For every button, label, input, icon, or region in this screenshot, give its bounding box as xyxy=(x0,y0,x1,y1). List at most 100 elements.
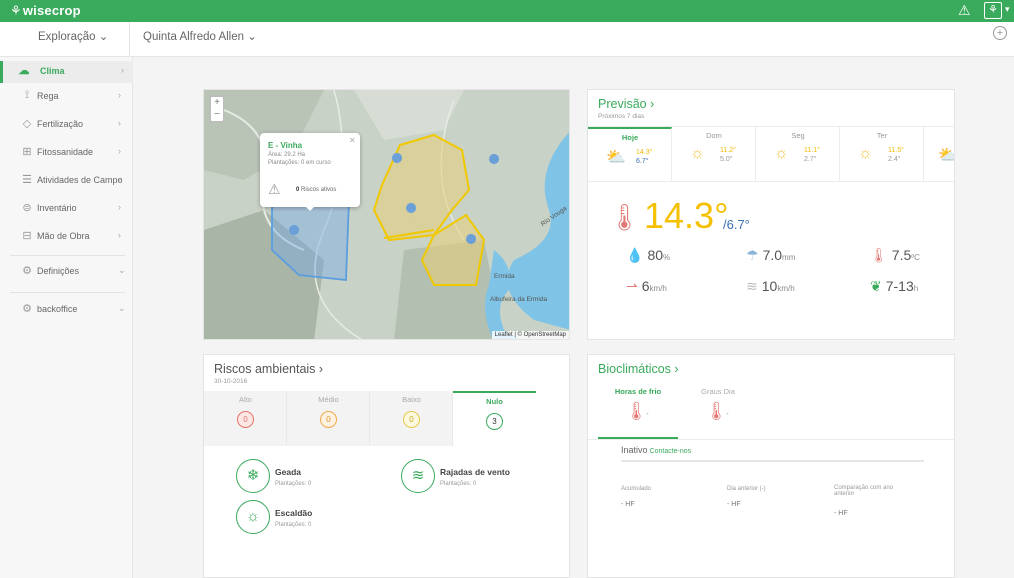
risk-level-count: 0 xyxy=(403,411,420,428)
hours-stat: ❦ 7-13h xyxy=(870,278,918,295)
risk-item-name: Geada xyxy=(275,467,301,477)
chevron-down-icon: ⌄ xyxy=(118,265,126,275)
humidity-unit: % xyxy=(663,253,671,262)
tab-risk-nulo[interactable]: Nulo 3 xyxy=(453,391,536,446)
sidebar-item-label: Fitossanidade xyxy=(37,147,94,157)
risk-level-count: 0 xyxy=(237,411,254,428)
forecast-day-tabs: Hoje ⛅ 14.3° 6.7° Dom ☼ 11.2° 5.0° Seg ☼… xyxy=(588,126,954,182)
sidebar-item-atividades[interactable]: ☰ Atividades de Campo › xyxy=(0,170,133,192)
tab-day-ter[interactable]: Ter ☼ 11.5° 2.4° xyxy=(840,127,924,181)
farm-map[interactable]: + − ✕ E - Vinha Área: 29.2 Ha Plantações:… xyxy=(203,89,570,340)
stat-comparison-label: Comparação com ano anterior xyxy=(834,485,894,497)
day-max-temp: 14.3° xyxy=(636,149,653,156)
popup-title: E - Vinha xyxy=(268,141,303,150)
gust-stat: ≋ 10km/h xyxy=(746,278,795,295)
zoom-out-button[interactable]: − xyxy=(214,109,220,120)
forecast-title[interactable]: Previsão › xyxy=(598,97,654,111)
inventory-icon: ⊜ xyxy=(22,202,32,214)
bio-progress-line xyxy=(621,460,924,462)
day-label: Seg xyxy=(791,131,805,140)
top-bar: ⚘wisecrop ⚠ ⚘ ▾ xyxy=(0,0,1014,22)
today-temperature: 14.3° xyxy=(644,195,729,236)
chevron-down-icon[interactable]: ▾ xyxy=(1005,4,1010,15)
wind-stat: ⇀ 6km/h xyxy=(626,278,667,295)
thermal-value: 7.5 xyxy=(891,247,912,263)
exploration-dropdown[interactable]: Exploração ⌄ xyxy=(0,22,130,57)
precipitation-unit: mm xyxy=(782,253,796,262)
tab-risk-alto[interactable]: Alto 0 xyxy=(204,391,287,446)
leaf-icon: ❦ xyxy=(870,278,882,294)
sidebar-item-clima[interactable]: ☁ Clima › xyxy=(0,61,133,83)
wind-value: 6 xyxy=(641,278,650,294)
chevron-right-icon: › xyxy=(118,202,121,212)
map-label-ermida: Ermida xyxy=(494,273,515,280)
close-icon[interactable]: ✕ xyxy=(349,136,356,145)
gust-value: 10 xyxy=(761,278,778,294)
tab-day-dom[interactable]: Dom ☼ 11.2° 5.0° xyxy=(672,127,756,181)
inactive-label: Inativo xyxy=(621,445,648,455)
thermal-unit: ºC xyxy=(911,253,920,262)
settings-icon: ⚙ xyxy=(22,265,32,277)
chevron-right-icon: › xyxy=(118,230,121,240)
rain-sun-icon: ⛅ xyxy=(938,145,954,165)
day-min-temp: 6.7° xyxy=(636,158,649,165)
forecast-subtitle: Próximos 7 dias xyxy=(598,113,645,120)
humidity-value: 80 xyxy=(647,247,664,263)
snowflake-icon: ❄ xyxy=(236,459,270,493)
bio-tab-value: - xyxy=(726,409,729,418)
risk-level-count: 0 xyxy=(320,411,337,428)
sidebar-item-backoffice[interactable]: ⚙ backoffice ⌄ xyxy=(0,299,133,321)
sidebar-item-rega[interactable]: ⟟ Rega › xyxy=(0,86,133,108)
exploration-label: Exploração ⌄ xyxy=(38,31,109,43)
sidebar-item-label: Definições xyxy=(37,266,80,276)
rain-sun-icon: ⛅ xyxy=(606,149,626,166)
add-icon[interactable]: + xyxy=(993,26,1007,40)
stat-comparison-value: - HF xyxy=(834,510,848,517)
sun-icon: ☼ xyxy=(236,500,270,534)
day-max-temp: 11.2° xyxy=(720,147,736,154)
sidebar-item-fertilizacao[interactable]: ◇ Fertilização › xyxy=(0,114,133,136)
zoom-controls[interactable]: + − xyxy=(210,96,224,122)
gust-icon: ≋ xyxy=(746,278,758,294)
tab-day-seg[interactable]: Seg ☼ 11.1° 2.7° xyxy=(756,127,840,181)
sun-icon: ☼ xyxy=(774,145,789,162)
map-attribution[interactable]: Leaflet | © OpenStreetMap xyxy=(491,331,569,339)
sidebar-item-mao-de-obra[interactable]: ⊟ Mão de Obra › xyxy=(0,226,133,248)
gust-unit: km/h xyxy=(777,284,795,293)
wind-gust-icon: ≋ xyxy=(401,459,435,493)
today-min-temperature: /6.7° xyxy=(723,217,750,232)
sun-cloud-icon: ☼ xyxy=(690,145,705,162)
alert-icon[interactable]: ⚠ xyxy=(958,2,971,19)
tab-horas-de-frio[interactable]: Horas de frio 🌡 - xyxy=(598,381,678,439)
bio-title[interactable]: Bioclimáticos › xyxy=(598,362,679,376)
brand-logo[interactable]: ⚘wisecrop xyxy=(10,3,81,19)
zoom-in-button[interactable]: + xyxy=(214,97,220,108)
forecast-title-text: Previsão xyxy=(598,97,647,111)
sidebar-item-fitossanidade[interactable]: ⊞ Fitossanidade › xyxy=(0,142,133,164)
bio-tab-name: Graus Dia xyxy=(701,387,735,396)
farm-dropdown[interactable]: Quinta Alfredo Allen ⌄ xyxy=(143,29,257,43)
tab-day-next[interactable]: ⛅ xyxy=(924,127,954,181)
sidebar-item-definicoes[interactable]: ⚙ Definições ⌄ xyxy=(0,261,133,283)
sidebar: ☁ Clima › ⟟ Rega › ◇ Fertilização › ⊞ Fi… xyxy=(0,57,133,578)
tab-risk-baixo[interactable]: Baixo 0 xyxy=(370,391,453,446)
contact-link[interactable]: Contacte-nos xyxy=(650,448,692,455)
popup-risks: 0 Riscos ativos xyxy=(296,187,336,193)
bio-tab-name: Horas de frio xyxy=(614,387,662,396)
precipitation-stat: ☂ 7.0mm xyxy=(746,247,795,264)
tab-day-hoje[interactable]: Hoje ⛅ 14.3° 6.7° xyxy=(588,127,672,181)
hours-unit: h xyxy=(913,284,919,293)
tab-graus-dia[interactable]: Graus Dia 🌡 - xyxy=(678,381,758,439)
thermal-icon: 🌡 xyxy=(870,247,888,263)
risks-title[interactable]: Riscos ambientais › xyxy=(214,362,323,376)
user-menu-icon[interactable]: ⚘ xyxy=(984,2,1002,19)
brand-name: wisecrop xyxy=(22,3,81,18)
chevron-right-icon: › xyxy=(118,118,121,128)
popup-risk-label: Riscos ativos xyxy=(301,187,337,193)
bio-tab-value: - xyxy=(646,409,649,418)
stat-accumulated-value: - HF xyxy=(621,501,635,508)
day-min-temp: 2.7° xyxy=(804,156,817,163)
sidebar-item-inventario[interactable]: ⊜ Inventário › xyxy=(0,198,133,220)
map-popup: ✕ E - Vinha Área: 29.2 Ha Plantações: 0 … xyxy=(260,133,360,211)
tab-risk-medio[interactable]: Médio 0 xyxy=(287,391,370,446)
